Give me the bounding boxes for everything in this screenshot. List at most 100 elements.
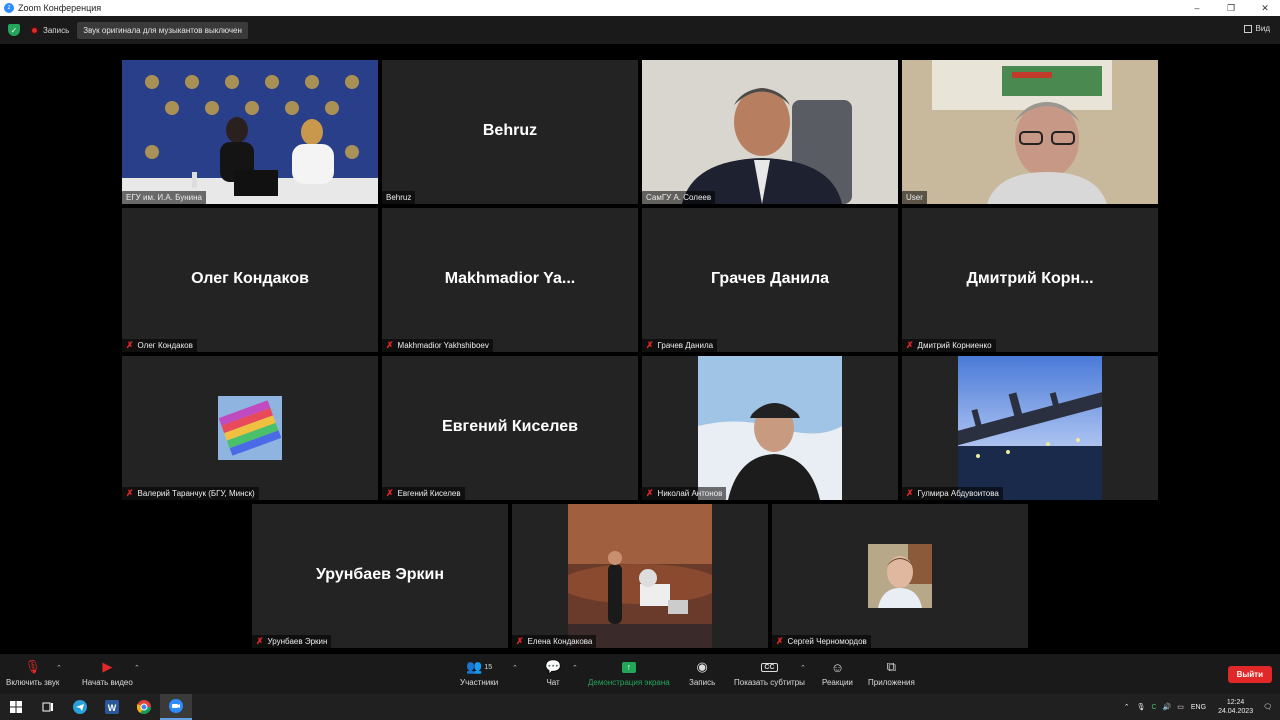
muted-mic-icon: ✗ [906,488,914,498]
apps-button[interactable]: ⧉ Приложения [868,658,915,687]
conference-room-video [122,60,378,204]
maximize-button[interactable]: ❐ [1216,0,1246,16]
notifications-icon[interactable]: 🗨 [1263,703,1272,711]
participant-tile[interactable]: СамГУ А. Солеев [642,60,898,204]
participant-display-name: Behruz [482,122,538,139]
participant-tile[interactable]: ✗ Гулмира Абдувоитова [902,356,1158,500]
participant-display-name: Олег Кондаков [191,270,309,287]
participant-name-label: ✗ Гулмира Абдувоитова [902,487,1003,500]
mars-scene-video [568,504,712,648]
smiley-plus-icon: ☺ [830,659,845,675]
window-title: Zoom Конференция [18,3,102,13]
participant-tile[interactable]: Дмитрий Корн... ✗ Дмитрий Корниенко [902,208,1158,352]
participant-tile[interactable]: ✗ Сергей Черноморд­ов [772,504,1028,648]
participant-tile[interactable]: Евгений Киселев ✗ Евгений Киселев [382,356,638,500]
participants-options-caret[interactable]: ⌃ [512,664,518,672]
participant-tile[interactable]: ✗ Валерий Таранчук (БГУ, Минск) [122,356,378,500]
muted-mic-icon: ✗ [646,488,654,498]
muted-mic-icon: ✗ [126,488,134,498]
participants-button[interactable]: 👥 15 Участники [460,658,498,687]
grid-view-icon [1243,24,1252,33]
audio-options-caret[interactable]: ⌃ [56,664,62,672]
participant-tile[interactable]: ✗ Николай Антонов [642,356,898,500]
participant-tile[interactable]: User [902,60,1158,204]
minimize-button[interactable]: – [1182,0,1212,16]
language-indicator[interactable]: ENG [1191,704,1206,711]
video-options-caret[interactable]: ⌃ [134,664,140,672]
system-clock[interactable]: 12:24 24.04.2023 [1218,698,1253,716]
participant-display-name: Makhmadior Ya... [444,270,576,287]
windows-start-icon[interactable] [0,694,32,720]
participant-display-name: Грачев Данила [710,270,830,287]
man-portrait-image [868,544,932,608]
close-button[interactable]: ✕ [1250,0,1280,16]
participant-tile[interactable]: Makhmadior Ya... ✗ Makhmadior Yakhshiboev [382,208,638,352]
participant-name-label: ЕГУ им. И.А. Бунина [122,191,206,204]
leave-meeting-button[interactable]: Выйти [1227,666,1272,683]
start-video-button[interactable]: ▶ Начать видео [82,658,133,687]
participant-name-label: ✗ Сергей Черноморд­ов [772,635,871,648]
participant-display-name: Урунбаев Эркин [315,566,445,583]
participant-name-label: ✗ Евгений Киселев [382,487,465,500]
record-icon: ◉ [696,659,708,674]
muted-microphone-icon: 🎙 [24,659,41,674]
participant-display-name: Дмитрий Корн... [966,270,1094,287]
unmute-button[interactable]: 🎙 Включить звук [6,658,59,687]
participant-name-label: ✗ Грачев Данила [642,339,718,352]
app-tray-icon[interactable]: C [1151,704,1156,711]
muted-mic-icon: ✗ [646,340,654,350]
muted-mic-icon: ✗ [386,488,394,498]
meeting-topbar: ✓ Запись Звук оригинала для музыкантов в… [0,16,1280,44]
recording-indicator[interactable]: Запись [30,25,70,35]
muted-mic-icon: ✗ [776,636,784,646]
participant-name-label: Behruz [382,191,416,204]
word-icon[interactable]: W [96,694,128,720]
participant-name-label: ✗ Олег Кондаков [122,339,197,352]
muted-mic-icon: ✗ [256,636,264,646]
participant-name-label: СамГУ А. Солеев [642,191,716,204]
participant-tile[interactable]: Урунбаев Эркин ✗ Урунбаев Эркин [252,504,508,648]
tray-chevron-icon[interactable]: ⌃ [1124,703,1130,711]
muted-mic-icon: ✗ [386,340,394,350]
participant-tile[interactable]: Behruz Behruz [382,60,638,204]
security-shield-icon[interactable]: ✓ [8,24,20,36]
zoom-logo-icon: z [4,3,14,13]
participant-name-label: ✗ Николай Антонов [642,487,727,500]
svg-text:W: W [108,703,117,713]
telegram-icon[interactable] [64,694,96,720]
chat-bubble-icon: 💬 [545,659,562,674]
task-view-icon[interactable] [32,694,64,720]
closed-captions-icon: CC [761,662,778,672]
participant-name-label: ✗ Валерий Таранчук (БГУ, Минск) [122,487,259,500]
participant-name-label: User [902,191,927,204]
zoom-taskbar-icon[interactable] [160,694,192,720]
share-screen-button[interactable]: ↑ Демонстрация экрана [588,658,670,687]
windows-taskbar: W ⌃ 🎙 C 🔊 ▭ ENG 12:24 24.04.2023 🗨 [0,694,1280,720]
system-tray: ⌃ 🎙 C 🔊 ▭ ENG 12:24 24.04.2023 🗨 [1120,694,1280,720]
participant-tile[interactable]: ЕГУ им. И.А. Бунина [122,60,378,204]
captions-options-caret[interactable]: ⌃ [800,664,806,672]
participant-tile[interactable]: Олег Кондаков ✗ Олег Кондаков [122,208,378,352]
chat-button[interactable]: 💬 Чат [545,658,561,687]
recording-label: Запись [43,25,70,35]
participant-tile[interactable]: ✗ Елена Кондакова [512,504,768,648]
man-suit-video [642,60,898,204]
microphone-tray-icon[interactable]: 🎙 [1137,703,1146,711]
captions-button[interactable]: CC Показать субтитры [734,658,805,687]
record-button[interactable]: ◉ Запись [689,658,715,687]
chat-options-caret[interactable]: ⌃ [572,664,578,672]
original-sound-button[interactable]: Звук оригинала для музыкантов выключен [77,21,248,39]
meeting-controls: 🎙 Включить звук ⌃ ▶ Начать видео ⌃ 👥 15 У… [0,654,1280,694]
view-button[interactable]: Вид [1243,24,1270,33]
window-titlebar: z Zoom Конференция – ❐ ✕ [0,0,1280,16]
man-glasses-video [902,60,1158,204]
muted-mic-icon: ✗ [906,340,914,350]
video-off-icon: ▶ [102,659,113,674]
chrome-icon[interactable] [128,694,160,720]
volume-icon[interactable]: 🔊 [1163,703,1172,711]
city-night-video [958,356,1102,500]
man-cap-video [698,356,842,500]
participant-tile[interactable]: Грачев Данила ✗ Грачев Данила [642,208,898,352]
reactions-button[interactable]: ☺ Реакции [822,658,853,688]
network-icon[interactable]: ▭ [1177,703,1184,711]
